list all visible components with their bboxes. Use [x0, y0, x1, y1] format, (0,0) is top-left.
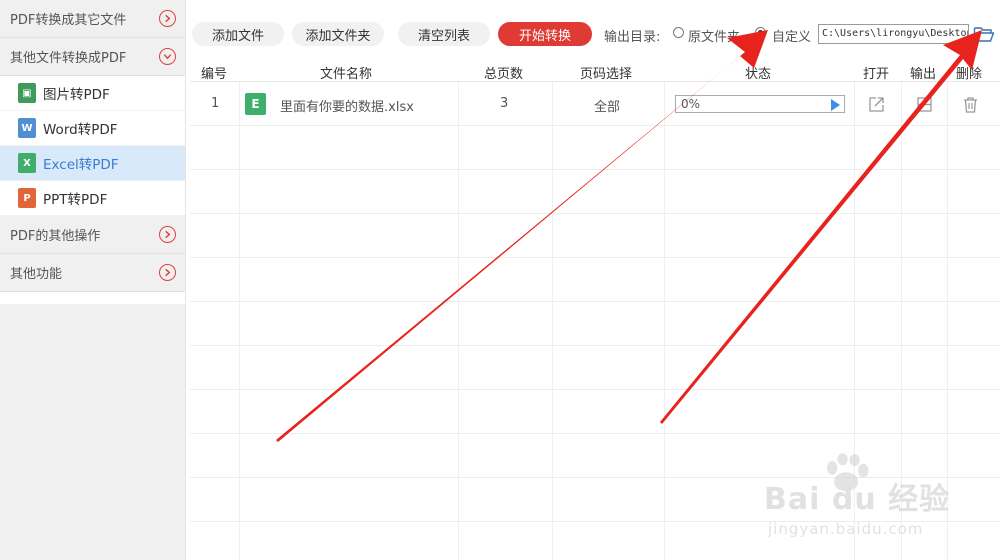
- sidebar-section-pdf-to-other[interactable]: PDF转换成其它文件: [0, 0, 185, 38]
- radio-original-label[interactable]: 原文件夹: [688, 26, 740, 45]
- chevron-down-icon: [159, 48, 176, 65]
- sidebar-item-label: PPT转PDF: [43, 192, 108, 208]
- sidebar-section-label: 其他功能: [10, 267, 63, 282]
- add-file-button[interactable]: 添加文件: [192, 22, 284, 46]
- chevron-right-icon: [159, 226, 176, 243]
- table-row-empty: [190, 346, 1000, 390]
- table-row-empty: [190, 302, 1000, 346]
- table-row-empty: [190, 390, 1000, 434]
- progress-text: 0%: [681, 97, 701, 111]
- sidebar-item-label: Excel转PDF: [43, 157, 119, 173]
- play-icon[interactable]: [831, 99, 840, 111]
- row-status-progress: 0%: [675, 95, 845, 113]
- watermark-text: Bai du 经验: [764, 482, 951, 517]
- header-pages: 总页数: [484, 67, 524, 82]
- watermark-url: jingyan.baidu.com: [768, 520, 924, 538]
- sidebar-section-label: PDF的其他操作: [10, 229, 101, 244]
- table-row-empty: [190, 214, 1000, 258]
- excel-file-icon: X: [18, 153, 36, 173]
- table-header: 编号 文件名称 总页数 页码选择 状态 打开 输出 删除: [190, 60, 1000, 82]
- row-pages: 3: [500, 96, 509, 111]
- radio-custom[interactable]: [755, 27, 766, 38]
- table-row-empty: [190, 258, 1000, 302]
- sidebar-section-other-to-pdf[interactable]: 其他文件转换成PDF: [0, 38, 185, 76]
- folder-open-icon[interactable]: [973, 24, 995, 44]
- header-page-select: 页码选择: [580, 67, 633, 82]
- header-output: 输出: [910, 67, 937, 82]
- row-index: 1: [211, 96, 220, 111]
- sidebar: PDF转换成其它文件 其他文件转换成PDF ▣ 图片转PDF W Word转PD…: [0, 0, 186, 560]
- table-row-empty: [190, 126, 1000, 170]
- baidu-watermark: Bai du 经验 jingyan.baidu.com: [760, 452, 990, 552]
- sidebar-item-label: Word转PDF: [43, 122, 118, 138]
- sidebar-item-ppt-to-pdf[interactable]: P PPT转PDF: [0, 181, 185, 216]
- header-delete: 删除: [956, 67, 983, 82]
- header-open: 打开: [863, 67, 890, 82]
- toolbar: 添加文件 添加文件夹 清空列表 开始转换 输出目录: 原文件夹 自定义 C:\U…: [190, 20, 1000, 48]
- header-status: 状态: [745, 67, 772, 82]
- word-file-icon: W: [18, 118, 36, 138]
- header-name: 文件名称: [320, 67, 373, 82]
- image-file-icon: ▣: [18, 83, 36, 103]
- sidebar-item-excel-to-pdf[interactable]: X Excel转PDF: [0, 146, 185, 181]
- sidebar-item-word-to-pdf[interactable]: W Word转PDF: [0, 111, 185, 146]
- output-save-icon[interactable]: [916, 96, 933, 113]
- ppt-file-icon: P: [18, 188, 36, 208]
- chevron-right-icon: [159, 264, 176, 281]
- clear-list-button[interactable]: 清空列表: [398, 22, 490, 46]
- sidebar-empty-area: [0, 304, 185, 560]
- open-external-icon[interactable]: [868, 96, 885, 113]
- add-folder-button[interactable]: 添加文件夹: [292, 22, 384, 46]
- sidebar-item-image-to-pdf[interactable]: ▣ 图片转PDF: [0, 76, 185, 111]
- sidebar-section-label: 其他文件转换成PDF: [10, 51, 127, 66]
- chevron-right-icon: [159, 10, 176, 27]
- header-index: 编号: [201, 67, 228, 82]
- row-page-select[interactable]: 全部: [594, 96, 620, 115]
- excel-file-icon: E: [245, 93, 266, 115]
- radio-custom-label[interactable]: 自定义: [772, 26, 811, 45]
- sidebar-item-label: 图片转PDF: [43, 87, 110, 103]
- radio-original-folder[interactable]: [673, 27, 684, 38]
- trash-icon[interactable]: [962, 96, 979, 113]
- sidebar-section-other-functions[interactable]: 其他功能: [0, 254, 185, 292]
- output-path-field[interactable]: C:\Users\lirongyu\Desktop: [818, 24, 969, 44]
- sidebar-section-label: PDF转换成其它文件: [10, 13, 127, 28]
- start-convert-button[interactable]: 开始转换: [498, 22, 592, 46]
- output-dir-label: 输出目录:: [604, 30, 661, 45]
- row-file-name: 里面有你要的数据.xlsx: [280, 100, 414, 115]
- table-row-empty: [190, 170, 1000, 214]
- sidebar-section-pdf-other-ops[interactable]: PDF的其他操作: [0, 216, 185, 254]
